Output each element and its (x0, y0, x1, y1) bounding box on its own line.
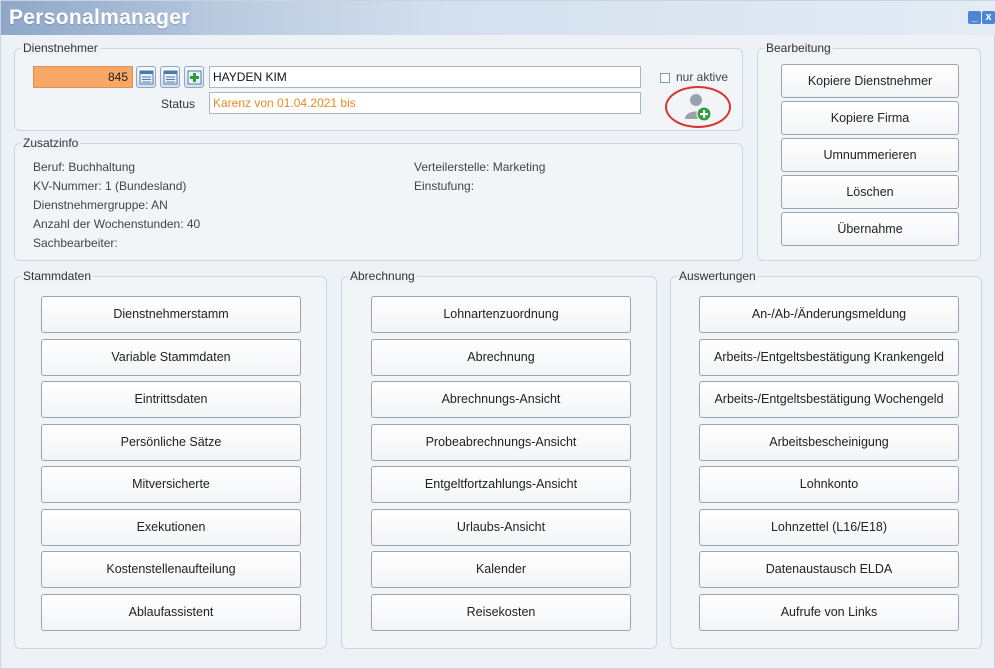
kalender-button[interactable]: Kalender (371, 551, 631, 588)
mitversicherte-button[interactable]: Mitversicherte (41, 466, 301, 503)
employee-name-field[interactable]: HAYDEN KIM (209, 66, 641, 88)
info-wochenstunden: Anzahl der Wochenstunden: 40 (33, 217, 201, 231)
variable-stammdaten-button[interactable]: Variable Stammdaten (41, 339, 301, 376)
urlaubs-ansicht-button[interactable]: Urlaubs-Ansicht (371, 509, 631, 546)
abrechnung-label: Abrechnung (348, 269, 417, 283)
status-field[interactable]: Karenz von 01.04.2021 bis (209, 92, 641, 114)
an-ab-aenderungsmeldung-button[interactable]: An-/Ab-/Änderungsmeldung (699, 296, 959, 333)
eintrittsdaten-button[interactable]: Eintrittsdaten (41, 381, 301, 418)
probeabrechnungs-ansicht-button[interactable]: Probeabrechnungs-Ansicht (371, 424, 631, 461)
bearbeitung-label: Bearbeitung (764, 41, 833, 55)
lohnzettel-button[interactable]: Lohnzettel (L16/E18) (699, 509, 959, 546)
aufrufe-von-links-button[interactable]: Aufrufe von Links (699, 594, 959, 631)
bestaetigung-krankengeld-button[interactable]: Arbeits-/Entgeltsbestätigung Krankengeld (699, 339, 959, 376)
auswertungen-label: Auswertungen (677, 269, 758, 283)
add-plus-icon (187, 70, 202, 85)
info-einstufung: Einstufung: (414, 179, 475, 193)
kopiere-firma-button[interactable]: Kopiere Firma (781, 101, 959, 135)
exekutionen-button[interactable]: Exekutionen (41, 509, 301, 546)
info-kv-nummer: KV-Nummer: 1 (Bundesland) (33, 179, 187, 193)
reisekosten-button[interactable]: Reisekosten (371, 594, 631, 631)
list-button-1[interactable] (136, 66, 156, 88)
zusatzinfo-label: Zusatzinfo (21, 136, 81, 150)
abrechnung-button[interactable]: Abrechnung (371, 339, 631, 376)
employee-number-field[interactable]: 845 (33, 66, 133, 88)
title-bar: Personalmanager _ x (1, 1, 995, 35)
kopiere-dienstnehmer-button[interactable]: Kopiere Dienstnehmer (781, 64, 959, 98)
add-person-icon (685, 94, 712, 122)
stammdaten-label: Stammdaten (21, 269, 94, 283)
window-title: Personalmanager (9, 6, 190, 29)
nur-aktive-checkbox[interactable] (660, 73, 670, 83)
bestaetigung-wochengeld-button[interactable]: Arbeits-/Entgeltsbestätigung Wochengeld (699, 381, 959, 418)
arbeitsbescheinigung-button[interactable]: Arbeitsbescheinigung (699, 424, 959, 461)
datenaustausch-elda-button[interactable]: Datenaustausch ELDA (699, 551, 959, 588)
status-label: Status (161, 97, 196, 111)
info-dienstnehmergruppe: Dienstnehmergruppe: AN (33, 198, 168, 212)
kostenstellenaufteilung-button[interactable]: Kostenstellenaufteilung (41, 551, 301, 588)
uebernahme-button[interactable]: Übernahme (781, 212, 959, 246)
minimize-button[interactable]: _ (968, 11, 981, 24)
close-button[interactable]: x (982, 11, 995, 24)
personalmanager-window: Personalmanager _ x Dienstnehmer 845 HAY… (0, 0, 995, 669)
entgeltfortzahlungs-ansicht-button[interactable]: Entgeltfortzahlungs-Ansicht (371, 466, 631, 503)
dienstnehmerstamm-button[interactable]: Dienstnehmerstamm (41, 296, 301, 333)
list-icon (139, 70, 154, 85)
lohnkonto-button[interactable]: Lohnkonto (699, 466, 959, 503)
dienstnehmer-label: Dienstnehmer (21, 41, 100, 55)
umnummerieren-button[interactable]: Umnummerieren (781, 138, 959, 172)
ablaufassistent-button[interactable]: Ablaufassistent (41, 594, 301, 631)
info-sachbearbeiter: Sachbearbeiter: (33, 236, 118, 250)
dienstnehmer-group: Dienstnehmer (14, 41, 743, 131)
add-person-highlight[interactable] (665, 86, 731, 128)
info-verteilerstelle: Verteilerstelle: Marketing (414, 160, 546, 174)
loeschen-button[interactable]: Löschen (781, 175, 959, 209)
lohnartenzuordnung-button[interactable]: Lohnartenzuordnung (371, 296, 631, 333)
nur-aktive-label: nur aktive (676, 70, 729, 84)
abrechnungs-ansicht-button[interactable]: Abrechnungs-Ansicht (371, 381, 631, 418)
add-employee-button[interactable] (184, 66, 204, 88)
persoenliche-saetze-button[interactable]: Persönliche Sätze (41, 424, 301, 461)
list-button-2[interactable] (160, 66, 180, 88)
list-icon (163, 70, 178, 85)
info-beruf: Beruf: Buchhaltung (33, 160, 136, 174)
